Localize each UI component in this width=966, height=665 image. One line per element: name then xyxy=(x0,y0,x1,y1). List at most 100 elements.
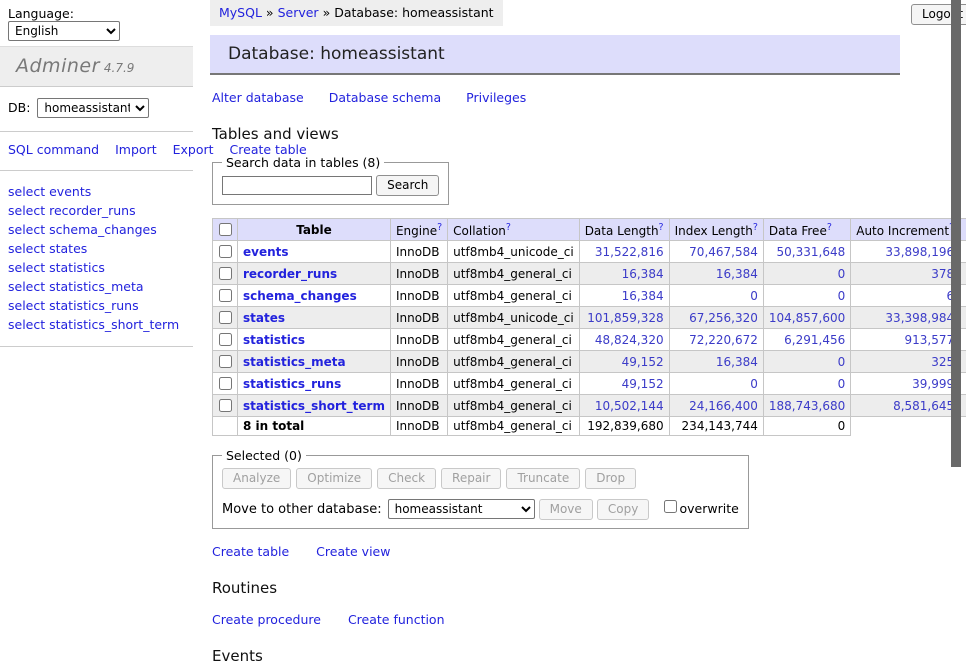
row-checkbox-statistics_runs[interactable] xyxy=(219,377,232,390)
optimize-button[interactable]: Optimize xyxy=(296,468,372,489)
engine-cell: InnoDB xyxy=(390,329,447,351)
index-length-cell: 72,220,672 xyxy=(669,329,763,351)
row-checkbox-statistics[interactable] xyxy=(219,333,232,346)
column-label: Auto Increment xyxy=(856,224,949,238)
sidebar-select-statistics_short_term[interactable]: select statistics_short_term xyxy=(8,315,185,334)
collation-cell: utf8mb4_general_ci xyxy=(448,329,580,351)
table-link-schema_changes[interactable]: schema_changes xyxy=(243,289,357,303)
row-checkbox-schema_changes[interactable] xyxy=(219,289,232,302)
column-label: Engine xyxy=(396,224,437,238)
row-checkbox-statistics_meta[interactable] xyxy=(219,355,232,368)
language-select[interactable]: English xyxy=(8,21,120,41)
repair-button[interactable]: Repair xyxy=(441,468,501,489)
selected-buttons: AnalyzeOptimizeCheckRepairTruncateDrop xyxy=(222,468,739,489)
help-link[interactable]: ? xyxy=(827,222,832,233)
table-link-statistics_runs[interactable]: statistics_runs xyxy=(243,377,341,391)
table-name-cell: statistics_short_term xyxy=(238,395,391,417)
data-length-cell: 101,859,328 xyxy=(579,307,669,329)
link-create-function[interactable]: Create function xyxy=(348,612,445,627)
database-action-links: Alter database Database schema Privileges xyxy=(212,90,902,105)
truncate-button[interactable]: Truncate xyxy=(506,468,580,489)
row-checkbox-recorder_runs[interactable] xyxy=(219,267,232,280)
index-length-cell: 67,256,320 xyxy=(669,307,763,329)
data-free-cell: 0 xyxy=(763,373,850,395)
selected-legend: Selected (0) xyxy=(222,448,306,463)
db-select[interactable]: homeassistant xyxy=(37,98,149,118)
collation-cell: utf8mb4_general_ci xyxy=(448,285,580,307)
copy-button[interactable]: Copy xyxy=(597,499,649,520)
data-length-cell: 31,522,816 xyxy=(579,241,669,263)
table-link-statistics_short_term[interactable]: statistics_short_term xyxy=(243,399,385,413)
overwrite-checkbox[interactable] xyxy=(664,500,677,513)
move-button[interactable]: Move xyxy=(539,499,593,520)
app-version: 4.7.9 xyxy=(104,61,135,75)
sidebar-select-events[interactable]: select events xyxy=(8,182,185,201)
table-row-events: eventsInnoDButf8mb4_unicode_ci31,522,816… xyxy=(213,241,966,263)
drop-button[interactable]: Drop xyxy=(585,468,636,489)
sidebar-select-statistics_runs[interactable]: select statistics_runs xyxy=(8,296,185,315)
search-button[interactable]: Search xyxy=(376,175,439,196)
collation-cell: utf8mb4_general_ci xyxy=(448,395,580,417)
move-database-select[interactable]: homeassistant xyxy=(388,499,535,519)
routine-links: Create procedure Create function xyxy=(212,612,902,627)
menu-link-export[interactable]: Export xyxy=(173,142,214,157)
column-header-collation: Collation? xyxy=(448,219,580,241)
column-header-data-free: Data Free? xyxy=(763,219,850,241)
db-link-privileges[interactable]: Privileges xyxy=(466,90,526,105)
row-select-cell xyxy=(213,329,238,351)
table-link-states[interactable]: states xyxy=(243,311,285,325)
data-length-cell: 49,152 xyxy=(579,351,669,373)
table-link-events[interactable]: events xyxy=(243,245,289,259)
sidebar-select-statistics[interactable]: select statistics xyxy=(8,258,185,277)
row-select-cell xyxy=(213,395,238,417)
sidebar-select-recorder_runs[interactable]: select recorder_runs xyxy=(8,201,185,220)
collation-cell: utf8mb4_general_ci xyxy=(448,263,580,285)
row-checkbox-states[interactable] xyxy=(219,311,232,324)
overwrite-label: overwrite xyxy=(680,501,739,516)
link-create-table[interactable]: Create table xyxy=(212,544,289,559)
column-label: Collation xyxy=(453,224,506,238)
column-header-table: Table xyxy=(238,219,391,241)
engine-cell: InnoDB xyxy=(390,285,447,307)
events-heading: Events xyxy=(212,647,902,665)
row-checkbox-events[interactable] xyxy=(219,245,232,258)
table-name-cell: schema_changes xyxy=(238,285,391,307)
column-label: Index Length xyxy=(675,224,753,238)
index-length-cell: 70,467,584 xyxy=(669,241,763,263)
breadcrumb-separator: » xyxy=(323,5,331,20)
table-link-statistics_meta[interactable]: statistics_meta xyxy=(243,355,346,369)
table-link-recorder_runs[interactable]: recorder_runs xyxy=(243,267,337,281)
table-name-cell: statistics_meta xyxy=(238,351,391,373)
sidebar-select-statistics_meta[interactable]: select statistics_meta xyxy=(8,277,185,296)
db-link-alter-database[interactable]: Alter database xyxy=(212,90,304,105)
link-create-procedure[interactable]: Create procedure xyxy=(212,612,321,627)
tables-overview-table: TableEngine?Collation?Data Length?Index … xyxy=(212,218,966,436)
column-help: ? xyxy=(659,222,664,233)
select-all-checkbox[interactable] xyxy=(219,223,232,236)
sidebar-select-schema_changes[interactable]: select schema_changes xyxy=(8,220,185,239)
menu-link-sql-command[interactable]: SQL command xyxy=(8,142,99,157)
help-link[interactable]: ? xyxy=(659,222,664,233)
data-free-cell: 104,857,600 xyxy=(763,307,850,329)
check-button[interactable]: Check xyxy=(377,468,436,489)
move-label: Move to other database: xyxy=(222,502,382,517)
row-checkbox-statistics_short_term[interactable] xyxy=(219,399,232,412)
link-create-view[interactable]: Create view xyxy=(316,544,390,559)
column-help: ? xyxy=(506,222,511,233)
row-select-cell xyxy=(213,263,238,285)
db-link-database-schema[interactable]: Database schema xyxy=(329,90,441,105)
vertical-scrollbar[interactable] xyxy=(951,0,961,467)
column-help: ? xyxy=(437,222,442,233)
help-link[interactable]: ? xyxy=(753,222,758,233)
breadcrumb-mysql-link[interactable]: MySQL xyxy=(219,5,262,20)
sidebar-select-states[interactable]: select states xyxy=(8,239,185,258)
column-header-data-length: Data Length? xyxy=(579,219,669,241)
help-link[interactable]: ? xyxy=(437,222,442,233)
analyze-button[interactable]: Analyze xyxy=(222,468,291,489)
menu-link-import[interactable]: Import xyxy=(115,142,157,157)
table-link-statistics[interactable]: statistics xyxy=(243,333,305,347)
search-input[interactable] xyxy=(222,176,372,195)
table-row-statistics_short_term: statistics_short_termInnoDButf8mb4_gener… xyxy=(213,395,966,417)
breadcrumb-server-link[interactable]: Server xyxy=(278,5,319,20)
help-link[interactable]: ? xyxy=(506,222,511,233)
